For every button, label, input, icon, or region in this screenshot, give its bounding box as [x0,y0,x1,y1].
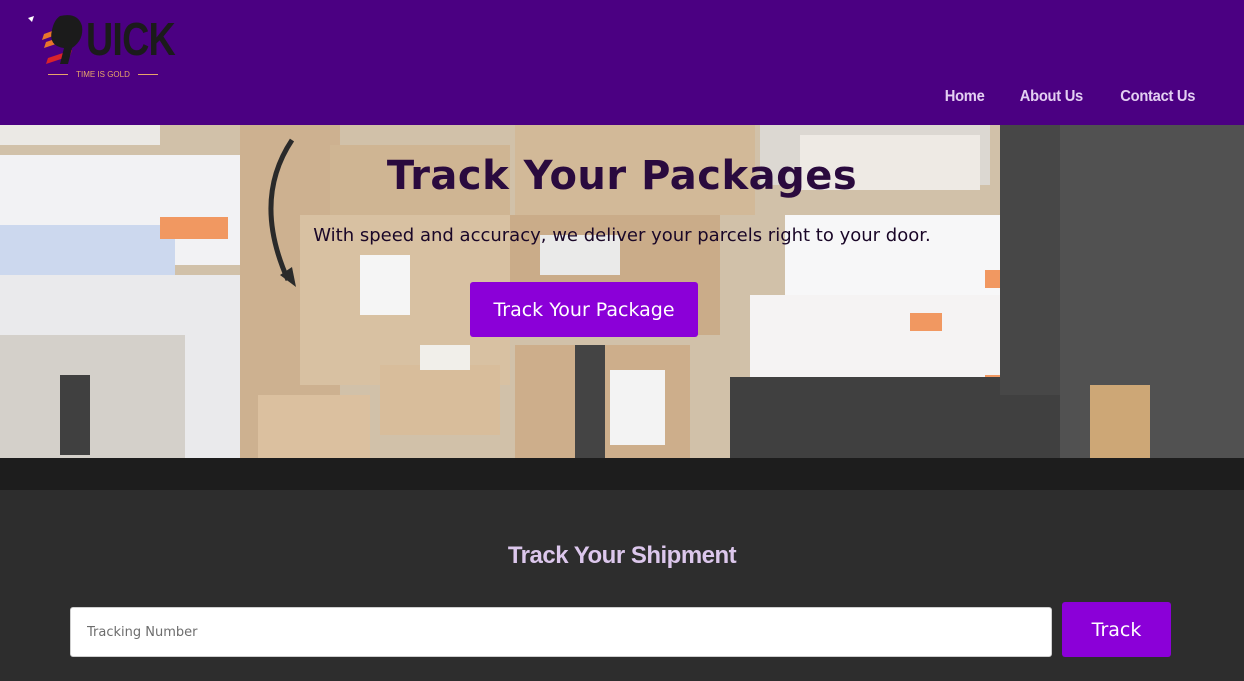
hero-subtitle: With speed and accuracy, we deliver your… [313,225,931,246]
hero-section: Track Your Packages With speed and accur… [0,125,1244,458]
site-header: UICK TIME IS GOLD Home About Us Contact … [0,0,1244,125]
section-divider [0,458,1244,490]
track-shipment-section: Track Your Shipment Track [0,490,1244,681]
tracking-number-input[interactable] [70,607,1052,657]
track-shipment-title: Track Your Shipment [507,542,737,569]
hero-title: Track Your Packages [386,153,858,199]
main-nav: Home About Us Contact Us [943,88,1198,106]
site-logo[interactable]: UICK TIME IS GOLD [26,8,176,84]
track-button[interactable]: Track [1062,602,1171,657]
track-your-package-button[interactable]: Track Your Package [470,282,698,337]
logo-tagline: TIME IS GOLD [48,70,158,79]
nav-about-us[interactable]: About Us [1020,88,1083,106]
nav-home[interactable]: Home [944,88,984,106]
logo-wordmark: UICK [86,13,176,65]
nav-contact-us[interactable]: Contact Us [1120,88,1195,106]
